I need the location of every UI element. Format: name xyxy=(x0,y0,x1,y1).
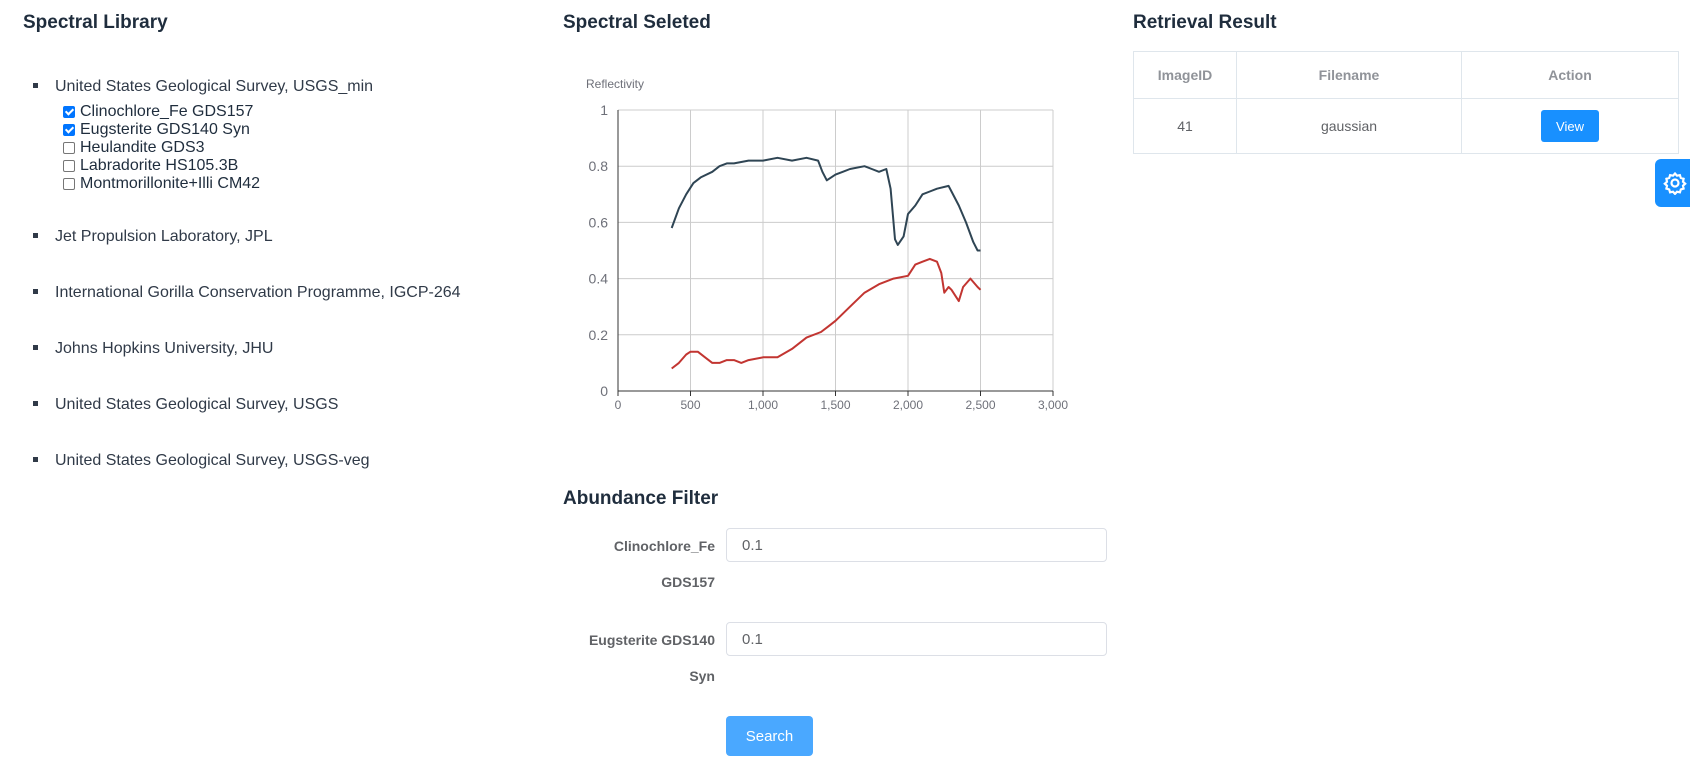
abundance-label: Eugsterite GDS140 Syn xyxy=(588,632,715,684)
x-tick-label: 0 xyxy=(615,398,622,412)
y-tick-label: 0.2 xyxy=(589,327,609,343)
action-cell: View xyxy=(1461,98,1679,154)
abundance-input-eugsterite[interactable] xyxy=(726,622,1107,656)
library-source-label[interactable]: Jet Propulsion Laboratory, JPL xyxy=(55,225,500,249)
bullet-icon xyxy=(33,345,38,350)
spectral-library-title: Spectral Library xyxy=(23,12,168,33)
library-source-label[interactable]: United States Geological Survey, USGS-ve… xyxy=(55,449,500,473)
x-tick-label: 3,000 xyxy=(1038,398,1068,412)
mineral-list: Clinochlore_Fe GDS157 Eugsterite GDS140 … xyxy=(55,103,500,193)
search-button[interactable]: Search xyxy=(726,716,813,756)
mineral-label: Clinochlore_Fe GDS157 xyxy=(80,103,254,120)
mineral-checkbox[interactable] xyxy=(63,142,75,154)
mineral-checkbox[interactable] xyxy=(63,124,75,136)
mineral-item[interactable]: Eugsterite GDS140 Syn xyxy=(63,121,500,139)
mineral-label: Montmorillonite+Illi CM42 xyxy=(80,175,261,192)
mineral-label: Eugsterite GDS140 Syn xyxy=(80,121,250,138)
spectral-chart-svg: Reflectivity 0 0.2 0.4 0.6 0.8 1 0 500 1,000 1,500… xyxy=(586,77,1068,412)
bullet-icon xyxy=(33,83,38,88)
x-tick-label: 2,000 xyxy=(893,398,923,412)
bullet-icon xyxy=(33,401,38,406)
image-id-cell: 41 xyxy=(1133,98,1237,154)
series-line-clinochlore-fe-gds157 xyxy=(670,156,981,252)
settings-button[interactable] xyxy=(1655,159,1690,207)
mineral-item[interactable]: Clinochlore_Fe GDS157 xyxy=(63,103,500,121)
mineral-item[interactable]: Heulandite GDS3 xyxy=(63,139,500,157)
library-source-item[interactable]: Johns Hopkins University, JHU xyxy=(30,337,500,361)
mineral-item[interactable]: Montmorillonite+Illi CM42 xyxy=(63,175,500,193)
mineral-item[interactable]: Labradorite HS105.3B xyxy=(63,157,500,175)
abundance-input-clinochlore[interactable] xyxy=(726,528,1107,562)
library-source-item[interactable]: International Gorilla Conservation Progr… xyxy=(30,281,500,305)
library-source-item[interactable]: United States Geological Survey, USGS-ve… xyxy=(30,449,500,473)
mineral-checkbox[interactable] xyxy=(63,178,75,190)
mineral-label: Labradorite HS105.3B xyxy=(80,157,239,174)
library-source-label[interactable]: United States Geological Survey, USGS_mi… xyxy=(55,75,500,99)
abundance-filter-title: Abundance Filter xyxy=(563,488,719,509)
library-source-item[interactable]: Jet Propulsion Laboratory, JPL xyxy=(30,225,500,249)
library-source-item[interactable]: United States Geological Survey, USGS xyxy=(30,393,500,417)
bullet-icon xyxy=(33,233,38,238)
y-tick-label: 0 xyxy=(600,383,608,399)
mineral-checkbox[interactable] xyxy=(63,160,75,172)
retrieval-result-title: Retrieval Result xyxy=(1133,12,1277,33)
series-line-eugsterite-gds140-syn xyxy=(671,257,982,370)
mineral-label: Heulandite GDS3 xyxy=(80,139,205,156)
table-row: 41 gaussian View xyxy=(1133,98,1679,154)
x-tick-label: 500 xyxy=(680,398,700,412)
spectral-selected-title: Spectral Seleted xyxy=(563,12,711,33)
x-tick-label: 1,000 xyxy=(748,398,778,412)
abundance-label: Clinochlore_Fe GDS157 xyxy=(613,538,715,590)
bullet-icon xyxy=(33,457,38,462)
column-header[interactable]: Action xyxy=(1461,51,1679,99)
spectral-chart: Reflectivity 0 0.2 0.4 0.6 0.8 1 0 500 1,000 1,500… xyxy=(560,75,1080,425)
x-tick-label: 2,500 xyxy=(965,398,995,412)
column-header[interactable]: Filename xyxy=(1236,51,1462,99)
mineral-checkbox[interactable] xyxy=(63,106,75,118)
y-tick-label: 1 xyxy=(600,102,608,118)
x-tick-label: 1,500 xyxy=(820,398,850,412)
y-tick-label: 0.6 xyxy=(589,214,609,230)
filename-cell: gaussian xyxy=(1236,98,1462,154)
bullet-icon xyxy=(33,289,38,294)
y-tick-label: 0.4 xyxy=(589,271,609,287)
y-tick-label: 0.8 xyxy=(589,158,609,174)
y-axis-label: Reflectivity xyxy=(586,77,644,91)
view-button[interactable]: View xyxy=(1541,110,1599,142)
gear-icon xyxy=(1663,171,1687,195)
library-source-label[interactable]: United States Geological Survey, USGS xyxy=(55,393,500,417)
retrieval-table: ImageID Filename Action 41 gaussian View xyxy=(1133,51,1679,154)
spectral-library-list: United States Geological Survey, USGS_mi… xyxy=(30,75,500,473)
library-source-label[interactable]: International Gorilla Conservation Progr… xyxy=(55,281,500,305)
column-header[interactable]: ImageID xyxy=(1133,51,1237,99)
library-source-item[interactable]: United States Geological Survey, USGS_mi… xyxy=(30,75,500,193)
library-source-label[interactable]: Johns Hopkins University, JHU xyxy=(55,337,500,361)
